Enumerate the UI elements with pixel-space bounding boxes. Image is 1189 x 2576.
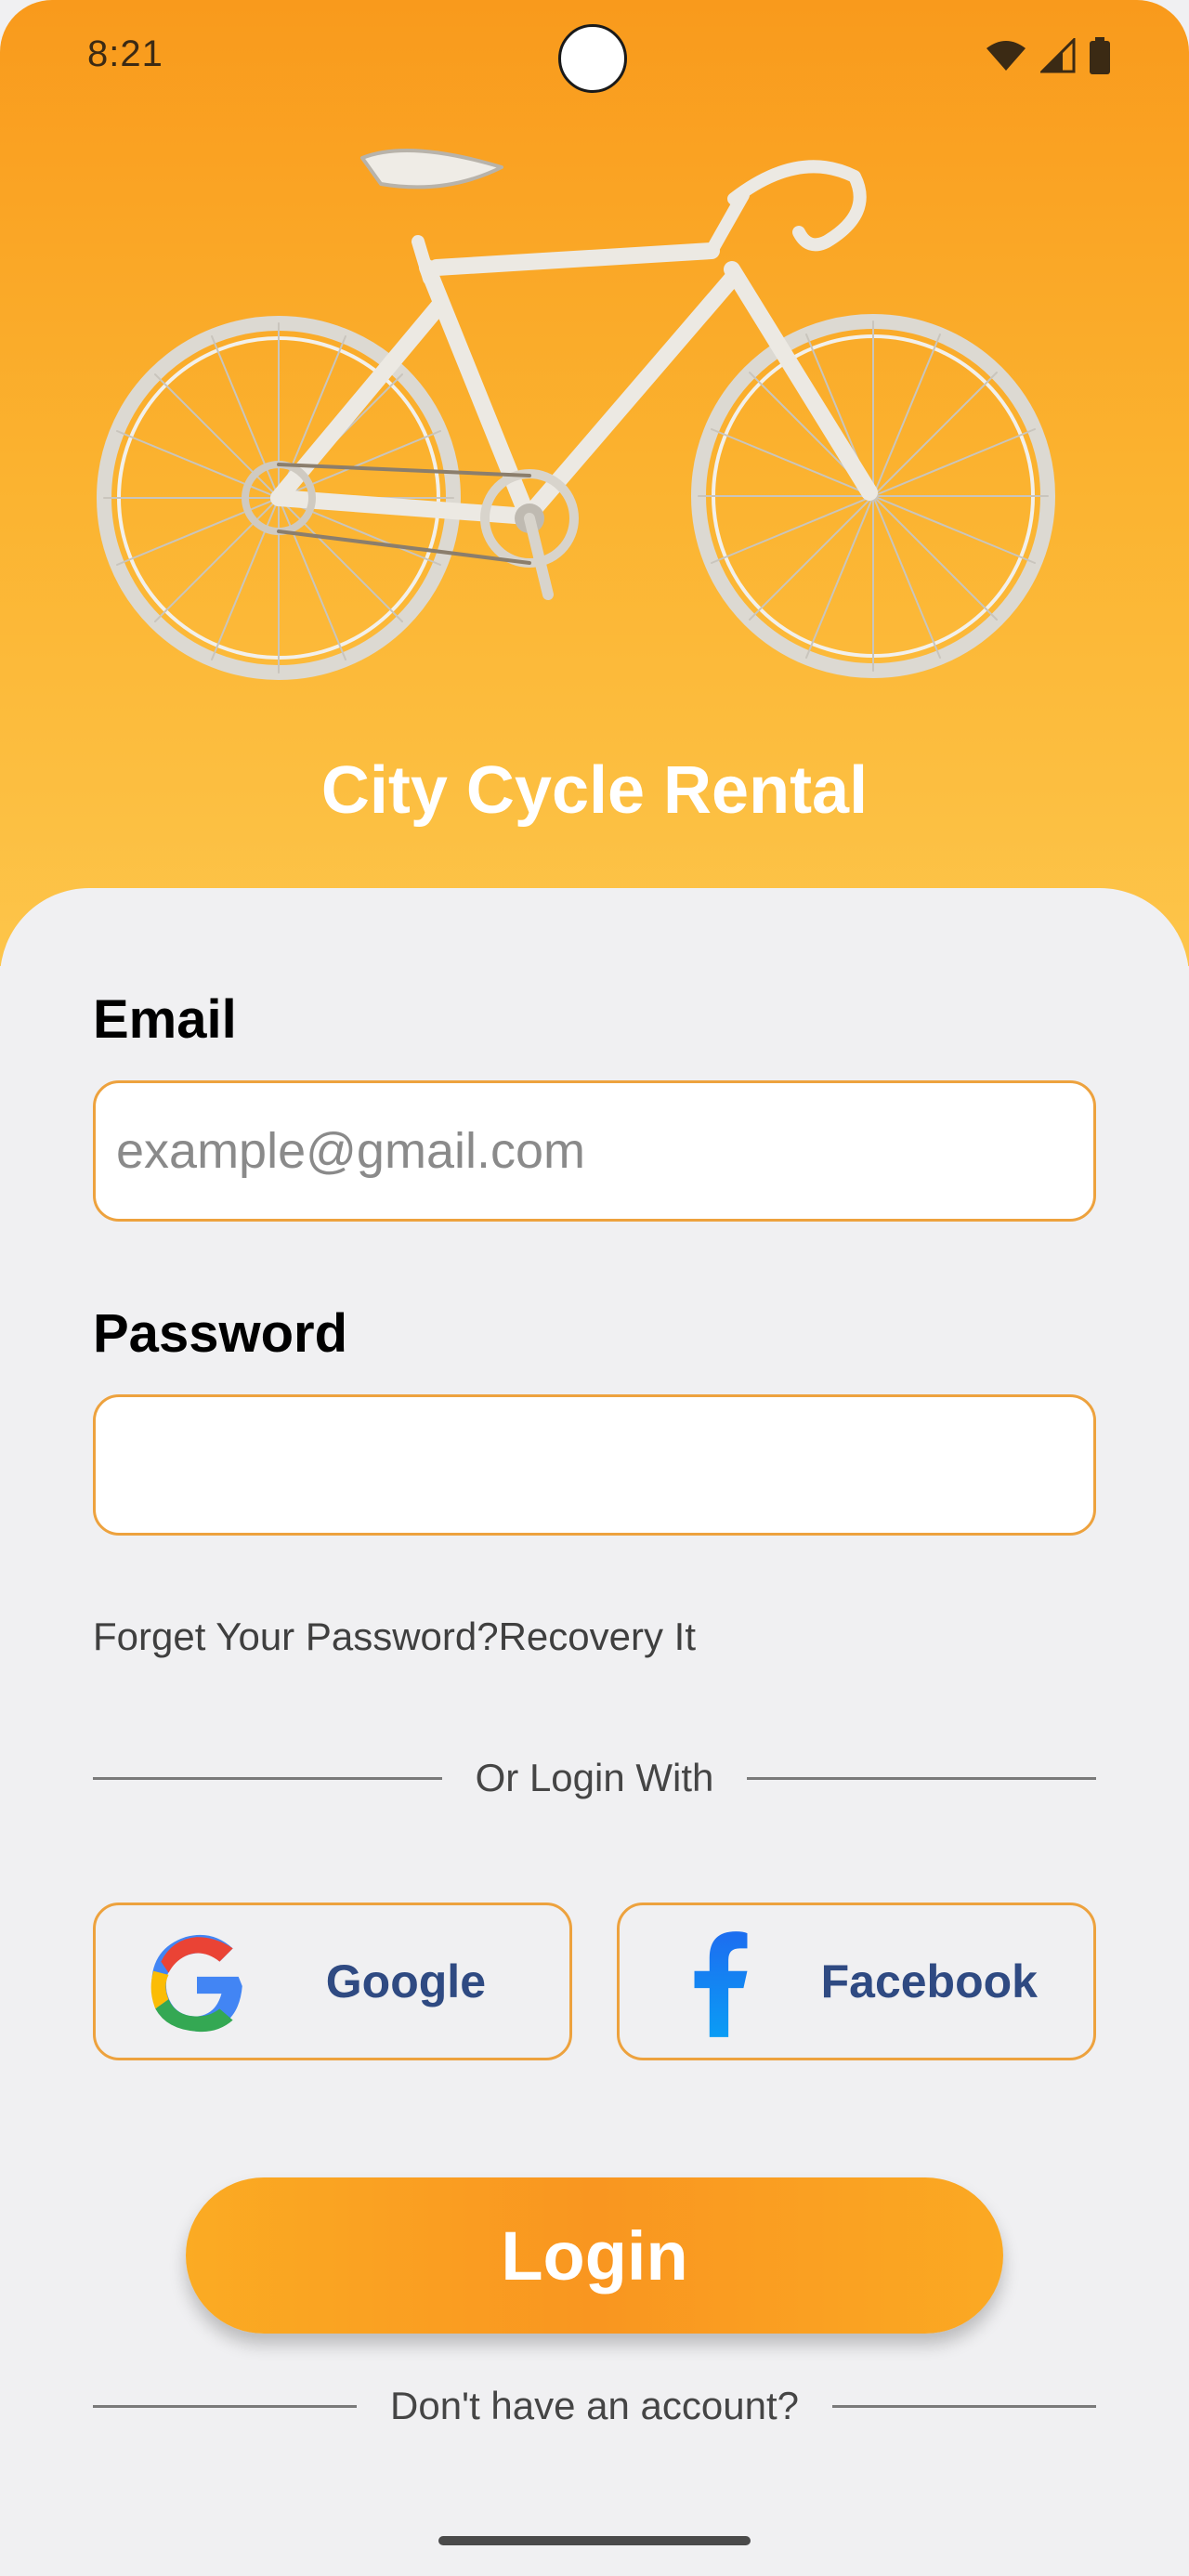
password-recovery-link[interactable]: Forget Your Password?Recovery It — [93, 1615, 696, 1659]
or-login-with-divider: Or Login With — [93, 1756, 1097, 1800]
google-label: Google — [325, 1955, 486, 2007]
camera-cutout — [558, 24, 627, 93]
app-title: City Cycle Rental — [320, 753, 869, 828]
cell-signal-icon — [1040, 38, 1076, 73]
login-button[interactable]: Login — [186, 2177, 1003, 2334]
signup-divider: Don't have an account? — [93, 2384, 1096, 2428]
password-input[interactable] — [93, 1394, 1096, 1536]
or-login-with-text: Or Login With — [475, 1756, 714, 1799]
facebook-login-button[interactable]: Facebook — [617, 1903, 1096, 2060]
email-input[interactable] — [93, 1080, 1096, 1222]
header-banner: 8:21 City Cycle Rental — [0, 0, 1189, 966]
facebook-label: Facebook — [820, 1955, 1038, 2007]
divider-line — [93, 2404, 357, 2408]
google-icon — [150, 1934, 242, 2033]
bicycle-image — [97, 149, 1055, 680]
password-label: Password — [93, 1303, 347, 1364]
google-login-button[interactable]: Google — [93, 1903, 572, 2060]
email-label: Email — [93, 989, 237, 1050]
divider-line — [93, 1776, 442, 1780]
battery-icon — [1090, 37, 1110, 74]
wifi-icon — [986, 41, 1026, 71]
divider-line — [747, 1776, 1097, 1780]
signup-link[interactable]: Don't have an account? — [357, 2384, 832, 2428]
home-indicator[interactable] — [438, 2536, 751, 2545]
status-icons — [985, 37, 1111, 74]
divider-line — [832, 2404, 1096, 2408]
facebook-icon — [694, 1931, 748, 2037]
status-time: 8:21 — [87, 33, 163, 74]
